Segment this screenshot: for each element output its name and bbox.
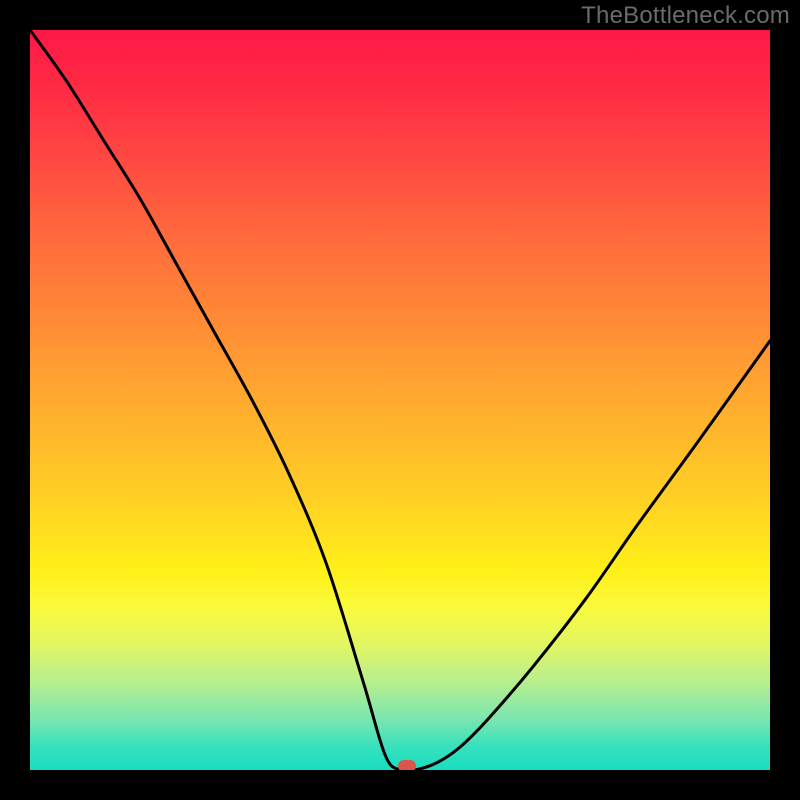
bottleneck-curve-svg	[30, 30, 770, 770]
watermark-text: TheBottleneck.com	[581, 2, 790, 30]
bottleneck-curve-path	[30, 30, 770, 770]
minimum-marker-icon	[398, 760, 416, 770]
plot-area	[30, 30, 770, 770]
chart-frame: TheBottleneck.com	[0, 0, 800, 800]
